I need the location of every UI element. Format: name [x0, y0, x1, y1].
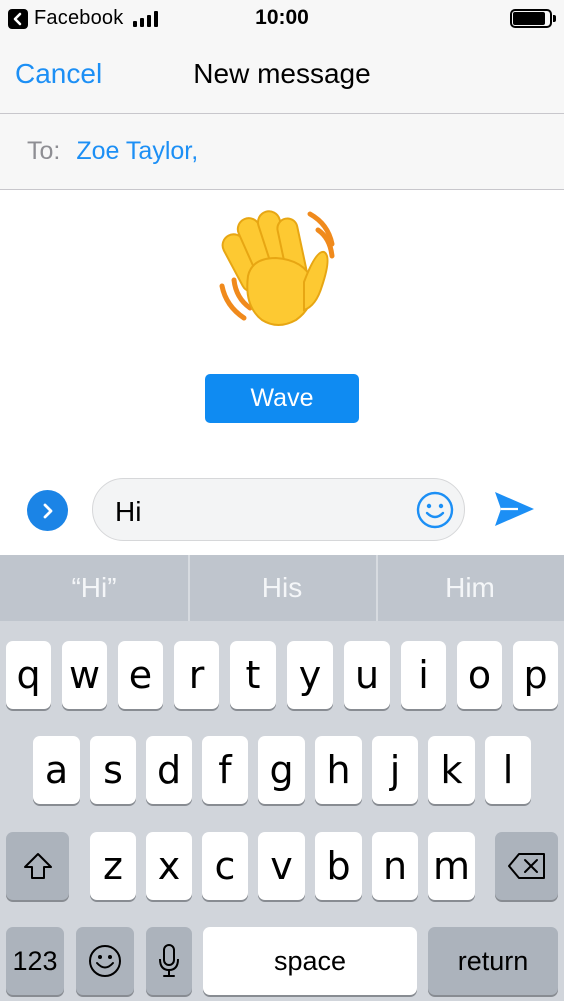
dictation-key[interactable]: [146, 927, 192, 995]
waving-hand-icon: [212, 202, 352, 334]
navigation-bar: Cancel New message: [0, 36, 564, 114]
shift-icon: [23, 853, 52, 879]
key-c[interactable]: c: [202, 832, 248, 900]
battery-icon: [510, 9, 556, 28]
status-bar: Facebook 10:00: [0, 0, 564, 36]
microphone-icon: [159, 944, 179, 977]
key-u[interactable]: u: [344, 641, 390, 709]
battery-level-fill: [513, 12, 545, 25]
smiley-icon[interactable]: [416, 491, 454, 529]
recipient-label: To:: [27, 137, 61, 165]
backspace-icon: [507, 853, 545, 879]
key-d[interactable]: d: [146, 736, 192, 804]
status-time: 10:00: [255, 6, 309, 29]
emoji-key[interactable]: [76, 927, 134, 995]
emoji-icon: [89, 945, 121, 977]
key-t[interactable]: t: [230, 641, 276, 709]
key-e[interactable]: e: [118, 641, 163, 709]
key-p[interactable]: p: [513, 641, 558, 709]
key-i[interactable]: i: [401, 641, 446, 709]
key-g[interactable]: g: [258, 736, 305, 804]
chevron-right-icon: [43, 503, 52, 518]
key-a[interactable]: a: [33, 736, 80, 804]
key-j[interactable]: j: [372, 736, 418, 804]
suggestion-item[interactable]: His: [188, 555, 376, 621]
keyboard: “Hi” His Him q w e r t y u i o p a s d f…: [0, 555, 564, 1001]
suggestion-item[interactable]: Him: [376, 555, 564, 621]
key-w[interactable]: w: [62, 641, 107, 709]
delete-key[interactable]: [495, 832, 558, 900]
key-v[interactable]: v: [258, 832, 305, 900]
expand-actions-button[interactable]: [27, 490, 68, 531]
message-input[interactable]: Hi: [92, 478, 465, 541]
recipient-row[interactable]: To: Zoe Taylor,: [0, 114, 564, 190]
key-n[interactable]: n: [372, 832, 418, 900]
space-key[interactable]: space: [203, 927, 417, 995]
key-k[interactable]: k: [428, 736, 475, 804]
send-arrow-icon[interactable]: [492, 488, 536, 530]
key-o[interactable]: o: [457, 641, 502, 709]
key-h[interactable]: h: [315, 736, 362, 804]
predictive-text-bar: “Hi” His Him: [0, 555, 564, 621]
key-f[interactable]: f: [202, 736, 248, 804]
key-m[interactable]: m: [428, 832, 475, 900]
wave-button[interactable]: Wave: [205, 374, 359, 423]
numbers-key[interactable]: 123: [6, 927, 64, 995]
key-l[interactable]: l: [485, 736, 531, 804]
key-r[interactable]: r: [174, 641, 219, 709]
key-q[interactable]: q: [6, 641, 51, 709]
key-b[interactable]: b: [315, 832, 362, 900]
suggestion-item[interactable]: “Hi”: [0, 555, 188, 621]
key-y[interactable]: y: [287, 641, 333, 709]
key-z[interactable]: z: [90, 832, 136, 900]
shift-key[interactable]: [6, 832, 69, 900]
return-key[interactable]: return: [428, 927, 558, 995]
page-title: New message: [193, 58, 371, 89]
message-input-text: Hi: [115, 496, 142, 527]
key-s[interactable]: s: [90, 736, 136, 804]
key-x[interactable]: x: [146, 832, 192, 900]
recipient-token[interactable]: Zoe Taylor,: [76, 137, 198, 166]
